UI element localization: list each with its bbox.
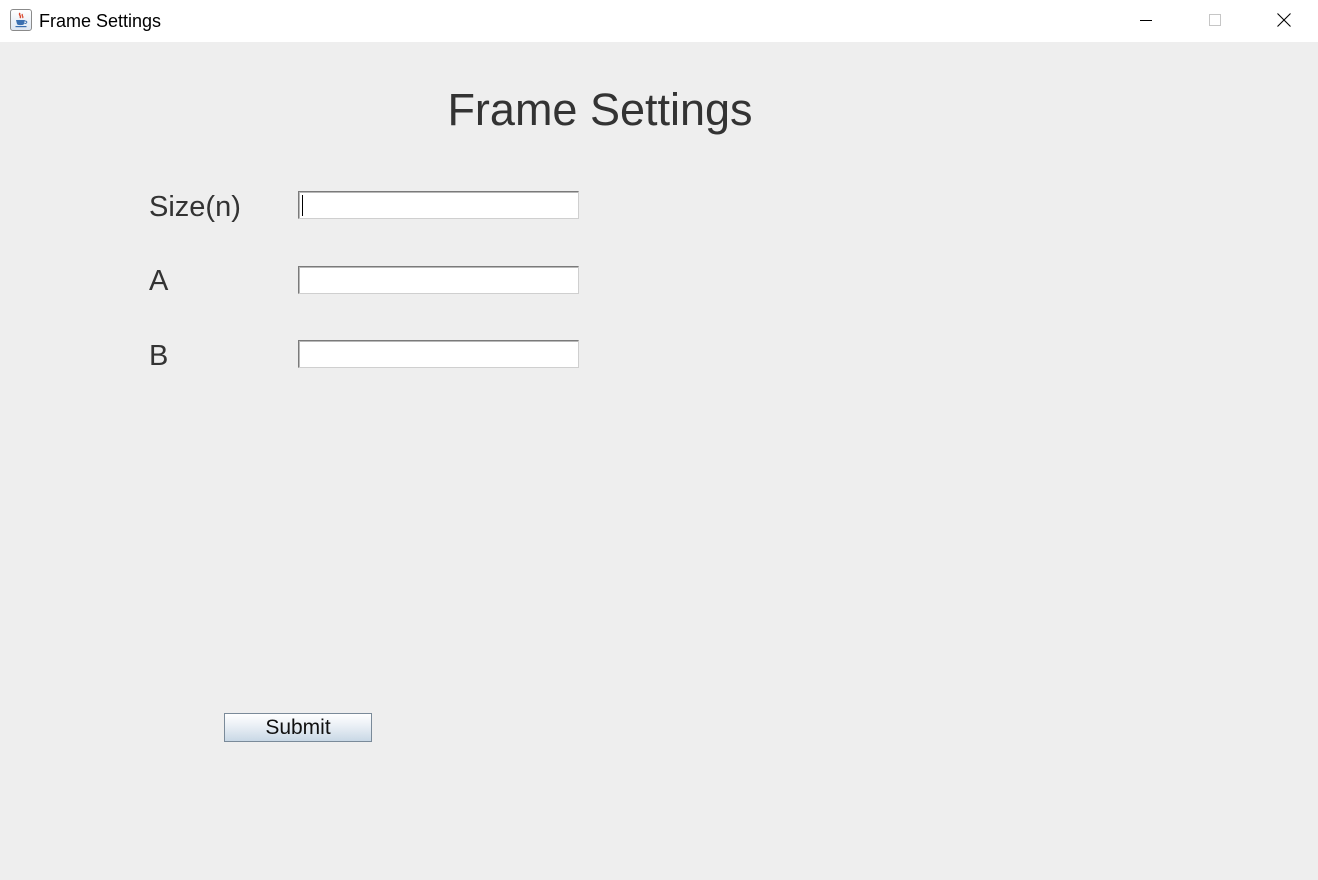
a-label: A bbox=[149, 265, 169, 297]
a-input[interactable] bbox=[298, 266, 579, 294]
minimize-button[interactable] bbox=[1112, 0, 1180, 40]
window-title: Frame Settings bbox=[39, 11, 162, 31]
text-caret bbox=[302, 195, 303, 216]
maximize-button[interactable] bbox=[1181, 0, 1249, 40]
size-label: Size(n) bbox=[149, 191, 241, 223]
submit-button[interactable]: Submit bbox=[224, 713, 372, 742]
close-button[interactable] bbox=[1250, 0, 1318, 40]
close-icon bbox=[1277, 13, 1291, 27]
title-bar[interactable]: Frame Settings bbox=[0, 0, 1318, 42]
app-window: Frame Settings Frame Settings Size(n) A … bbox=[0, 0, 1318, 880]
b-input[interactable] bbox=[298, 340, 579, 368]
b-label: B bbox=[149, 340, 169, 372]
maximize-icon bbox=[1209, 14, 1221, 26]
page-title: Frame Settings bbox=[447, 84, 753, 135]
minimize-icon bbox=[1140, 20, 1152, 21]
size-input[interactable] bbox=[298, 191, 579, 219]
java-cup-icon bbox=[10, 9, 32, 31]
